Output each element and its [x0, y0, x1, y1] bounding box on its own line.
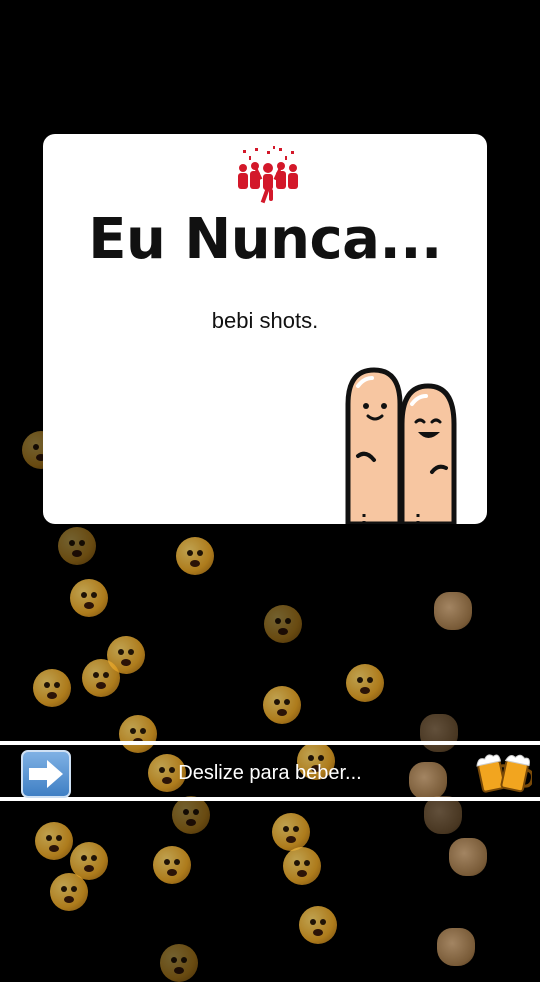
flushed-emoji-icon	[263, 686, 301, 724]
fearful-emoji-icon	[33, 669, 71, 707]
exploding-head-emoji-icon	[299, 906, 337, 944]
party-crowd-icon	[238, 146, 298, 204]
shrug-emoji-icon	[434, 592, 472, 630]
hand-over-mouth-emoji-icon	[172, 796, 210, 834]
beer-mugs-icon	[476, 754, 532, 793]
fearful-emoji-icon	[70, 579, 108, 617]
fearful-emoji-icon	[107, 636, 145, 674]
hand-over-mouth-emoji-icon	[153, 846, 191, 884]
hand-over-mouth-emoji-icon	[176, 537, 214, 575]
flushed-emoji-icon	[58, 527, 96, 565]
fearful-emoji-icon	[50, 873, 88, 911]
page-title: Eu Nunca...	[88, 207, 442, 272]
fearful-emoji-icon	[82, 659, 120, 697]
fearful-emoji-icon	[35, 822, 73, 860]
slider-label: Deslize para beber...	[178, 762, 362, 784]
fearful-emoji-icon	[70, 842, 108, 880]
two-fingers-friends-icon	[345, 367, 457, 524]
shrug-emoji-icon	[449, 838, 487, 876]
flushed-emoji-icon	[346, 664, 384, 702]
hand-over-mouth-emoji-icon	[160, 944, 198, 982]
exploding-head-emoji-icon	[283, 847, 321, 885]
statement-text: bebi shots.	[211, 308, 319, 333]
exploding-head-emoji-icon	[272, 813, 310, 851]
shrug-emoji-icon	[437, 928, 475, 966]
grimace-emoji-icon	[264, 605, 302, 643]
shrug-emoji-icon	[424, 796, 462, 834]
